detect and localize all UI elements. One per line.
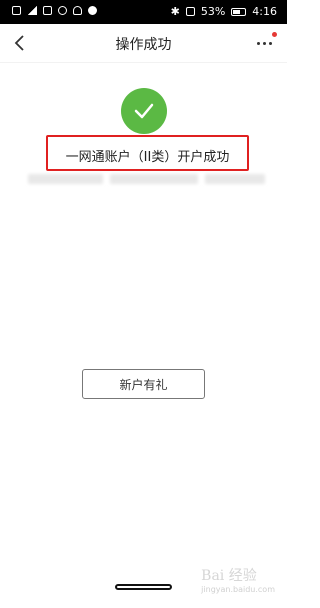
status-icons-left bbox=[12, 6, 97, 15]
more-menu-icon[interactable] bbox=[253, 32, 277, 54]
bluetooth-icon: ✱ bbox=[170, 5, 180, 18]
chat-icon bbox=[88, 6, 97, 15]
alarm-icon bbox=[58, 6, 67, 15]
battery-percent: 53% bbox=[200, 5, 226, 18]
battery-icon bbox=[231, 7, 247, 16]
notification-badge bbox=[272, 32, 277, 37]
signal-icon bbox=[27, 6, 37, 15]
watermark-url: jingyan.baidu.com bbox=[201, 585, 275, 594]
vibrate-icon bbox=[185, 7, 195, 16]
highlight-annotation-box: 一网通账户（II类）开户成功 bbox=[46, 135, 249, 171]
nfc-icon bbox=[43, 6, 52, 15]
nav-bar: 操作成功 bbox=[0, 24, 287, 63]
clock-time: 4:16 bbox=[252, 5, 277, 18]
status-icons-right: ✱ 53% 4:16 bbox=[171, 5, 277, 18]
watermark-text: Bai 经验 bbox=[201, 568, 257, 584]
wifi-icon bbox=[73, 6, 82, 15]
home-indicator[interactable] bbox=[115, 584, 172, 590]
more-dot bbox=[269, 42, 272, 45]
blurred-account-info bbox=[110, 174, 198, 184]
page-title: 操作成功 bbox=[115, 37, 172, 53]
new-user-gift-button[interactable]: 新户有礼 bbox=[82, 369, 205, 399]
hd-icon bbox=[12, 6, 21, 15]
status-bar: ✱ 53% 4:16 bbox=[0, 0, 287, 24]
blurred-account-info bbox=[205, 174, 265, 184]
more-dot bbox=[263, 42, 266, 45]
watermark: Bai 经验 jingyan.baidu.com bbox=[201, 565, 275, 594]
success-message: 一网通账户（II类）开户成功 bbox=[65, 150, 230, 165]
success-check-icon bbox=[121, 88, 167, 134]
blurred-account-info bbox=[28, 174, 103, 184]
more-dot bbox=[257, 42, 260, 45]
